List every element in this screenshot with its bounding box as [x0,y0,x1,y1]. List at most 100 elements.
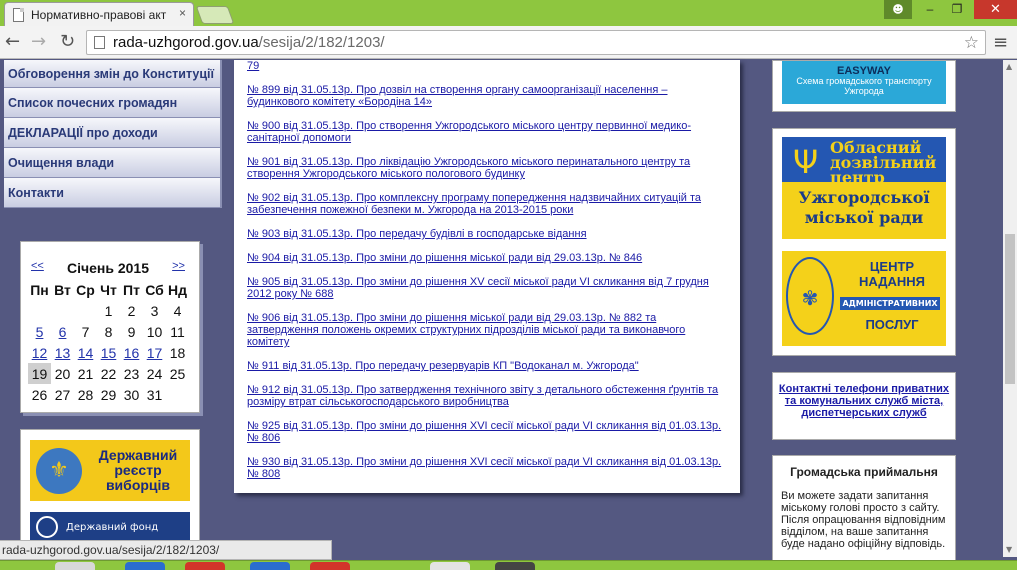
calendar-day: 7 [81,323,90,340]
reload-icon[interactable]: ↻ [60,32,75,52]
vertical-scrollbar[interactable]: ▲ ▼ [1003,60,1017,557]
calendar-day: 4 [173,302,182,319]
menu-item-constitution[interactable]: Обговорення змін до Конституції [4,60,222,88]
permits-panel: Обласний дозвільний центр Ψ Ужгородської… [772,128,956,356]
calendar-day [28,300,51,321]
admin-services-center-banner[interactable]: ✾ ЦЕНТР НАДАННЯ АДМІНІСТРАТИВНИХ ПОСЛУГ [782,251,946,346]
document-link[interactable]: № 930 від 31.05.13р. Про зміни до рішенн… [247,456,727,480]
user-icon[interactable]: ☻ [884,0,912,19]
document-link[interactable]: 79 [247,60,727,72]
document-link[interactable]: № 912 від 31.05.13р. Про затвердження те… [247,384,727,408]
scroll-down-icon[interactable]: ▼ [1006,545,1012,554]
calendar-day[interactable]: 12 [28,342,51,363]
menu-item-declarations[interactable]: ДЕКЛАРАЦІЇ про доходи [4,118,222,148]
bookmark-star-icon[interactable]: ☆ [964,31,979,54]
calendar-day[interactable]: 15 [97,342,120,363]
url-path: /sesija/2/182/1203/ [258,34,385,51]
contact-phones-link[interactable]: Контактні телефони приватних та комуналь… [773,373,955,419]
weekday: Ср [76,281,95,298]
page-icon [13,7,24,22]
back-icon[interactable]: ← [5,32,20,52]
oblast-permit-center-subtitle: Ужгородської міської ради [798,188,930,227]
scroll-up-icon[interactable]: ▲ [1006,62,1012,71]
calendar-day[interactable]: 14 [74,342,97,363]
calendar-day: 8 [104,323,113,340]
cnap-line-2: НАДАННЯ [858,274,926,289]
tab-title: Нормативно-правові акт [31,7,167,22]
document-link[interactable]: № 903 від 31.05.13р. Про передачу будівл… [247,228,727,240]
calendar-day: 25 [169,365,186,382]
oblast-permit-center-banner[interactable]: Обласний дозвільний центр Ψ Ужгородської… [782,137,946,239]
calendar-next-link[interactable]: >> [172,260,185,276]
calendar-day: 20 [54,365,71,382]
calendar-day[interactable]: 13 [51,342,74,363]
calendar-day: 19 [28,363,51,384]
weekday: Вт [54,281,71,298]
page-info-icon[interactable] [94,36,105,49]
left-menu: Обговорення змін до Конституції Список п… [4,60,222,208]
close-window-button[interactable]: ✕ [974,0,1017,19]
calendar-day: 31 [146,386,163,403]
calendar-day: 27 [54,386,71,403]
calendar-day: 28 [77,386,94,403]
taskbar-app[interactable] [250,562,290,570]
calendar-day[interactable]: 17 [143,342,166,363]
trident-icon: ⚜ [36,447,82,494]
browser-tab[interactable]: Нормативно-правові акт × [4,2,194,26]
document-link[interactable]: № 925 від 31.05.13р. Про зміни до рішенн… [247,420,727,444]
taskbar-app[interactable] [55,562,95,570]
cnap-line-3: АДМІНІСТРАТИВНИХ [840,297,940,310]
calendar-day[interactable]: 16 [120,342,143,363]
minimize-button[interactable]: – [915,0,945,19]
maximize-button[interactable]: ❐ [942,0,972,19]
easyway-caption: Схема громадського транспорту Ужгорода [796,76,932,96]
voters-registry-text: Державний реєстр виборців [98,447,178,493]
voters-registry-banner[interactable]: ⚜ Державний реєстр виборців [30,440,190,501]
document-link[interactable]: № 905 від 31.05.13р. Про зміни до рішенн… [247,276,727,300]
forward-icon[interactable]: → [31,32,46,52]
calendar-day [166,384,189,405]
browser-titlebar: Нормативно-правові акт × ☻ – ❐ ✕ [0,0,1017,26]
document-link[interactable]: № 911 від 31.05.13р. Про передачу резерв… [247,360,727,372]
document-link[interactable]: № 904 від 31.05.13р. Про зміни до рішенн… [247,252,727,264]
taskbar-app[interactable] [185,562,225,570]
document-link[interactable]: № 900 від 31.05.13р. Про створення Ужгор… [247,120,727,144]
document-link[interactable]: № 906 від 31.05.13р. Про зміни до рішенн… [247,312,727,348]
new-tab-button[interactable] [195,6,235,24]
browser-toolbar: ← → ↻ rada-uzhgorod.gov.ua/sesija/2/182/… [0,26,1017,59]
admin-services-title: ЦЕНТР НАДАННЯ [842,259,942,289]
taskbar-app[interactable] [310,562,350,570]
scrollbar-thumb[interactable] [1005,234,1015,384]
calendar-day: 23 [123,365,140,382]
document-link[interactable]: № 901 від 31.05.13р. Про ліквідацію Ужго… [247,156,727,180]
calendar-day[interactable]: 5 [28,321,51,342]
phones-panel: Контактні телефони приватних та комуналь… [772,372,956,440]
cnap-line-1: ЦЕНТР [869,259,915,274]
calendar-day: 30 [123,386,140,403]
reception-panel: Громадська приймальня Ви можете задати з… [772,455,956,570]
tab-close-icon[interactable]: × [179,6,186,20]
calendar-day [51,300,74,321]
address-bar[interactable]: rada-uzhgorod.gov.ua/sesija/2/182/1203/ … [86,30,986,55]
weekday: Нд [168,281,187,298]
taskbar [0,560,1017,570]
weekday: Чт [100,281,117,298]
easyway-banner[interactable]: EASYWAY Схема громадського транспорту Уж… [782,61,946,104]
menu-icon[interactable]: ≡ [993,32,1008,53]
calendar-day: 21 [77,365,94,382]
menu-item-contacts[interactable]: Контакти [4,178,222,208]
menu-item-lustration[interactable]: Очищення влади [4,148,222,178]
state-fund-text: Державний фонд [66,522,159,533]
document-link[interactable]: № 899 від 31.05.13р. Про дозвіл на створ… [247,84,727,108]
taskbar-app[interactable] [125,562,165,570]
calendar-day: 10 [146,323,163,340]
menu-item-honorary-citizens[interactable]: Список почесних громадян [4,88,222,118]
taskbar-app[interactable] [495,562,535,570]
calendar-day: 11 [170,323,185,340]
calendar-day: 1 [104,302,113,319]
ornament-icon: ✾ [786,257,834,335]
document-link[interactable]: № 902 від 31.05.13р. Про комплексну прог… [247,192,727,216]
taskbar-app[interactable] [430,562,470,570]
calendar-prev-link[interactable]: << [31,260,44,276]
calendar-day[interactable]: 6 [51,321,74,342]
